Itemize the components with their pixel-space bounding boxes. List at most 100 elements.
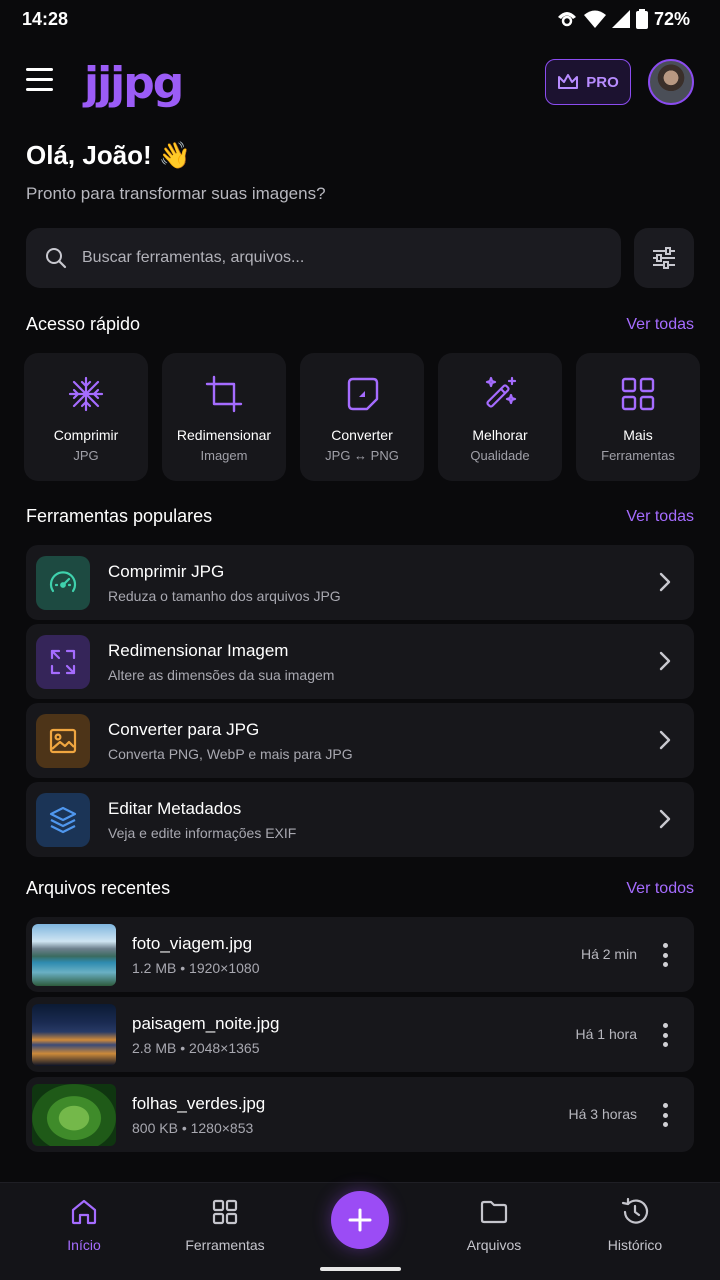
nav-history[interactable]: Histórico [575, 1197, 695, 1253]
nav-label: Início [67, 1237, 101, 1253]
menu-button[interactable] [26, 68, 56, 96]
app-logo: jjjpg [84, 58, 184, 109]
file-name: foto_viagem.jpg [132, 934, 253, 953]
tool-icon-bg [36, 714, 90, 768]
quick-resize[interactable]: Redimensionar Imagem [162, 353, 286, 481]
pro-button[interactable]: PRO [545, 59, 631, 105]
tool-title: Editar Metadados [108, 799, 242, 818]
search-input[interactable] [82, 249, 562, 267]
plus-icon [348, 1208, 372, 1232]
quick-sub: Qualidade [470, 448, 530, 463]
convert-icon [347, 377, 379, 411]
file-row[interactable]: paisagem_noite.jpg 2.8 MB • 2048×1365 Há… [26, 997, 694, 1072]
chevron-right-icon [659, 572, 671, 592]
popular-tools-list: Comprimir JPG Reduza o tamanho dos arqui… [26, 545, 694, 861]
file-meta: 800 KB • 1280×853 [132, 1120, 254, 1136]
image-icon [49, 728, 77, 754]
quick-access-title: Acesso rápido [26, 314, 141, 334]
nav-tools[interactable]: Ferramentas [165, 1197, 285, 1253]
battery-percent: 72% [653, 8, 690, 29]
more-options-icon[interactable] [660, 943, 670, 967]
quick-label: Comprimir [53, 427, 119, 443]
file-meta: 1.2 MB • 1920×1080 [132, 960, 260, 976]
tool-icon-bg [36, 635, 90, 689]
file-time: Há 2 min [580, 946, 637, 962]
chevron-right-icon [659, 809, 671, 829]
quick-sub: Imagem [200, 448, 248, 463]
expand-icon [50, 649, 76, 675]
grid-icon [212, 1199, 238, 1225]
file-name: folhas_verdes.jpg [132, 1094, 266, 1113]
file-meta: 2.8 MB • 2048×1365 [132, 1040, 260, 1056]
popular-tools-see-all[interactable]: Ver todas [626, 508, 694, 526]
quick-access-grid: Comprimir JPG Redimensionar Imagem Conve… [24, 353, 700, 481]
wifi-icon [583, 10, 606, 28]
folder-icon [480, 1200, 508, 1224]
menu-icon-line [26, 78, 53, 81]
signal-icon [611, 10, 630, 28]
search-bar [26, 228, 621, 288]
pro-label: PRO [586, 73, 619, 91]
quick-convert[interactable]: Converter JPG ↔ PNG [300, 353, 424, 481]
avatar[interactable] [648, 59, 694, 105]
quick-access-see-all[interactable]: Ver todas [626, 316, 694, 334]
tool-desc: Veja e edite informações EXIF [108, 825, 297, 841]
more-options-icon[interactable] [660, 1023, 670, 1047]
tool-desc: Converta PNG, WebP e mais para JPG [108, 746, 353, 762]
home-icon [71, 1199, 97, 1225]
quick-label: Converter [331, 427, 393, 443]
nav-home[interactable]: Início [24, 1197, 144, 1253]
quick-sub: JPG [73, 448, 99, 463]
status-time: 14:28 [22, 8, 69, 29]
tool-desc: Reduza o tamanho dos arquivos JPG [108, 588, 341, 604]
search-icon [46, 248, 67, 269]
nav-files[interactable]: Arquivos [434, 1197, 554, 1253]
filter-button[interactable] [634, 228, 694, 288]
quick-more[interactable]: Mais Ferramentas [576, 353, 700, 481]
menu-icon-line [26, 88, 53, 91]
quick-sub: Ferramentas [601, 448, 675, 463]
recent-files-title: Arquivos recentes [26, 878, 171, 898]
tool-desc: Altere as dimensões da sua imagem [108, 667, 335, 683]
quick-compress[interactable]: Comprimir JPG [24, 353, 148, 481]
tool-convert-jpg[interactable]: Converter para JPG Converta PNG, WebP e … [26, 703, 694, 778]
tool-icon-bg [36, 556, 90, 610]
file-thumbnail [32, 1004, 116, 1066]
tool-edit-metadata[interactable]: Editar Metadados Veja e edite informaçõe… [26, 782, 694, 857]
recent-files-list: foto_viagem.jpg 1.2 MB • 1920×1080 Há 2 … [26, 917, 694, 1157]
tool-title: Comprimir JPG [108, 562, 225, 581]
bottom-navigation: Início Ferramentas Arquivos Histórico [0, 1182, 720, 1280]
greeting-subtitle: Pronto para transformar suas imagens? [26, 184, 326, 203]
tool-compress-jpg[interactable]: Comprimir JPG Reduza o tamanho dos arqui… [26, 545, 694, 620]
quick-label: Redimensionar [176, 427, 272, 443]
file-name: paisagem_noite.jpg [132, 1014, 280, 1033]
crown-icon [558, 74, 579, 89]
sliders-icon [653, 247, 675, 269]
file-thumbnail [32, 924, 116, 986]
tool-resize-image[interactable]: Redimensionar Imagem Altere as dimensões… [26, 624, 694, 699]
nav-label: Ferramentas [185, 1237, 265, 1253]
greeting-title: Olá, João! 👋 [26, 140, 192, 170]
more-options-icon[interactable] [660, 1103, 670, 1127]
file-time: Há 3 horas [568, 1106, 637, 1122]
add-button[interactable] [331, 1191, 389, 1249]
quick-label: Melhorar [472, 427, 528, 443]
file-row[interactable]: foto_viagem.jpg 1.2 MB • 1920×1080 Há 2 … [26, 917, 694, 992]
magic-wand-icon [485, 376, 517, 408]
chevron-right-icon [659, 730, 671, 750]
status-icons: 72% [556, 9, 690, 30]
menu-icon [26, 68, 53, 71]
tool-title: Redimensionar Imagem [108, 641, 289, 660]
app-header: jjjpg PRO [0, 58, 720, 109]
chevron-right-icon [659, 651, 671, 671]
speedometer-icon [49, 571, 77, 593]
nav-label: Arquivos [466, 1237, 522, 1253]
recent-files-see-all[interactable]: Ver todos [626, 880, 694, 898]
compress-icon [68, 376, 104, 412]
home-indicator [320, 1267, 401, 1271]
tool-title: Converter para JPG [108, 720, 260, 739]
quick-sub: JPG ↔ PNG [325, 448, 399, 463]
quick-enhance[interactable]: Melhorar Qualidade [438, 353, 562, 481]
file-row[interactable]: folhas_verdes.jpg 800 KB • 1280×853 Há 3… [26, 1077, 694, 1152]
history-icon [621, 1197, 649, 1224]
